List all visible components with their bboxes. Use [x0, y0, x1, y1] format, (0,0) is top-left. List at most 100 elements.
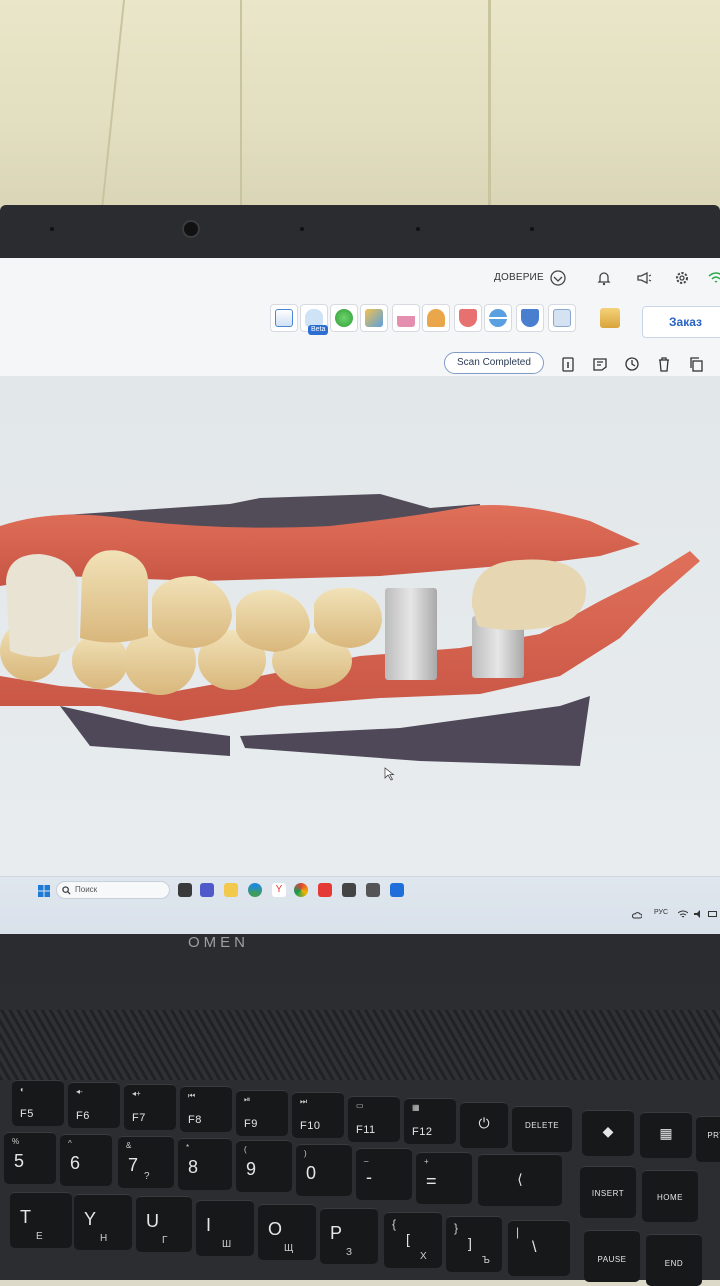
windows-start-icon[interactable] [38, 885, 50, 897]
key-5[interactable]: % 5 [4, 1132, 56, 1184]
edge-icon[interactable] [248, 883, 262, 897]
key-f6[interactable]: ◂- F6 [68, 1082, 120, 1128]
print-tool-button[interactable] [596, 304, 624, 332]
language-indicator[interactable]: РУС [654, 909, 668, 916]
key-minus[interactable]: _ - [356, 1148, 412, 1200]
scan-3d-viewport[interactable] [0, 376, 720, 876]
key-f12[interactable]: ▦ F12 [404, 1098, 456, 1144]
dental-scan-model[interactable] [0, 376, 720, 876]
upper-tooth [152, 576, 232, 648]
key-close-bracket[interactable]: }] Ъ [446, 1216, 502, 1272]
key-delete[interactable]: DELETE [512, 1106, 572, 1152]
yandex-icon[interactable]: Y [272, 883, 286, 897]
key-f5[interactable]: ◐ F5 [12, 1080, 64, 1126]
background-wall [0, 0, 720, 215]
margin-tool-button[interactable] [392, 304, 420, 332]
chrome-icon[interactable] [294, 883, 308, 897]
megaphone-icon[interactable] [636, 270, 652, 286]
scanned-crown [471, 559, 587, 630]
key-y[interactable]: YН [74, 1194, 132, 1250]
implant-abutment [385, 588, 437, 680]
gear-icon[interactable] [674, 270, 690, 286]
model-tool-button[interactable] [548, 304, 576, 332]
key-f8[interactable]: ⏮ F8 [180, 1086, 232, 1132]
battery-icon[interactable] [708, 910, 718, 918]
key-u[interactable]: UГ [136, 1196, 192, 1252]
sensor-dot [50, 227, 54, 231]
key-end[interactable]: END [646, 1234, 702, 1286]
laptop-brand-logo: OMEN [188, 934, 249, 951]
notes-icon[interactable] [592, 356, 608, 372]
scan-status-badge[interactable]: Scan Completed [444, 352, 544, 374]
webcam [184, 222, 198, 236]
key-calculator[interactable]: ▦ [640, 1112, 692, 1158]
key-f10[interactable]: ⏭ F10 [292, 1092, 344, 1138]
key-9[interactable]: (9 [236, 1140, 292, 1192]
key-backspace[interactable]: ⟨ [478, 1154, 562, 1206]
clipboard-icon[interactable] [560, 356, 576, 372]
taskbar-search-input[interactable]: Поиск [56, 881, 170, 899]
key-power[interactable]: ⏻ [460, 1102, 508, 1148]
bell-icon[interactable] [596, 270, 612, 286]
cloud-icon[interactable] [632, 911, 642, 919]
file-app-icon[interactable] [178, 883, 192, 897]
key-8[interactable]: * 8 [178, 1138, 232, 1190]
key-f11[interactable]: ▭ F11 [348, 1096, 400, 1142]
sensor-dot [300, 227, 304, 231]
wifi-tray-icon[interactable] [678, 910, 688, 918]
scanner-app-icon[interactable] [366, 883, 380, 897]
impression-tool-button[interactable] [516, 304, 544, 332]
shade-tool-button[interactable] [330, 304, 358, 332]
history-icon[interactable] [624, 356, 640, 372]
key-open-bracket[interactable]: {[Х [384, 1212, 442, 1268]
wifi-icon[interactable] [708, 270, 720, 286]
key-i[interactable]: IШ [196, 1200, 254, 1256]
speaker-grill [0, 1010, 720, 1080]
bite-tool-button[interactable] [484, 304, 512, 332]
key-0[interactable]: ) 0 [296, 1144, 352, 1196]
trust-label: ДОВЕРИЕ [494, 272, 544, 283]
upper-tooth [6, 554, 78, 658]
key-backslash[interactable]: | \ [508, 1220, 570, 1276]
key-insert[interactable]: INSERT [580, 1166, 636, 1218]
order-button[interactable]: Заказ [642, 306, 720, 338]
lower-jaw-tool-button[interactable] [454, 304, 482, 332]
copy-icon[interactable] [688, 356, 704, 372]
scanner-tool-button[interactable] [270, 304, 298, 332]
key-p[interactable]: PЗ [320, 1208, 378, 1264]
key-omen[interactable]: ◆ [582, 1110, 634, 1156]
upper-tooth [80, 550, 149, 643]
sensor-dot [416, 227, 420, 231]
key-print-screen[interactable]: PRT [696, 1116, 720, 1162]
upper-jaw-tool-button[interactable] [422, 304, 450, 332]
key-f9[interactable]: ⏯ F9 [236, 1090, 288, 1136]
key-o[interactable]: OЩ [258, 1204, 316, 1260]
explorer-icon[interactable] [224, 883, 238, 897]
windows-taskbar: Поиск Y РУС [0, 876, 720, 934]
upper-tooth [314, 587, 382, 648]
key-t[interactable]: TЕ [10, 1192, 72, 1248]
sensor-dot [530, 227, 534, 231]
trust-shield-icon[interactable] [550, 270, 566, 286]
key-f7[interactable]: ◂+ F7 [124, 1084, 176, 1130]
app-top-bar: ДОВЕРИЕ [0, 258, 720, 297]
laptop-screen: ДОВЕРИЕ Beta Заказ Scan Completed Поиск … [0, 258, 720, 934]
key-6[interactable]: ^ 6 [60, 1134, 112, 1186]
workflow-toolbar: Beta Заказ [0, 296, 720, 377]
search-icon [62, 886, 71, 895]
scanner-app-icon[interactable] [342, 883, 356, 897]
mouse-cursor [384, 767, 395, 781]
key-home[interactable]: HOME [642, 1170, 698, 1222]
volume-icon[interactable] [694, 910, 704, 918]
upper-tooth [236, 589, 310, 652]
key-equals[interactable]: + = [416, 1152, 472, 1204]
dental-app-icon[interactable] [390, 883, 404, 897]
analysis-tool-button[interactable] [360, 304, 388, 332]
key-7[interactable]: & 7? [118, 1136, 174, 1188]
teams-icon[interactable] [200, 883, 214, 897]
scan-shadow-lower [240, 696, 590, 766]
acrobat-icon[interactable] [318, 883, 332, 897]
beta-badge: Beta [308, 325, 329, 335]
key-pause[interactable]: PAUSE [584, 1230, 640, 1282]
delete-icon[interactable] [656, 356, 672, 372]
